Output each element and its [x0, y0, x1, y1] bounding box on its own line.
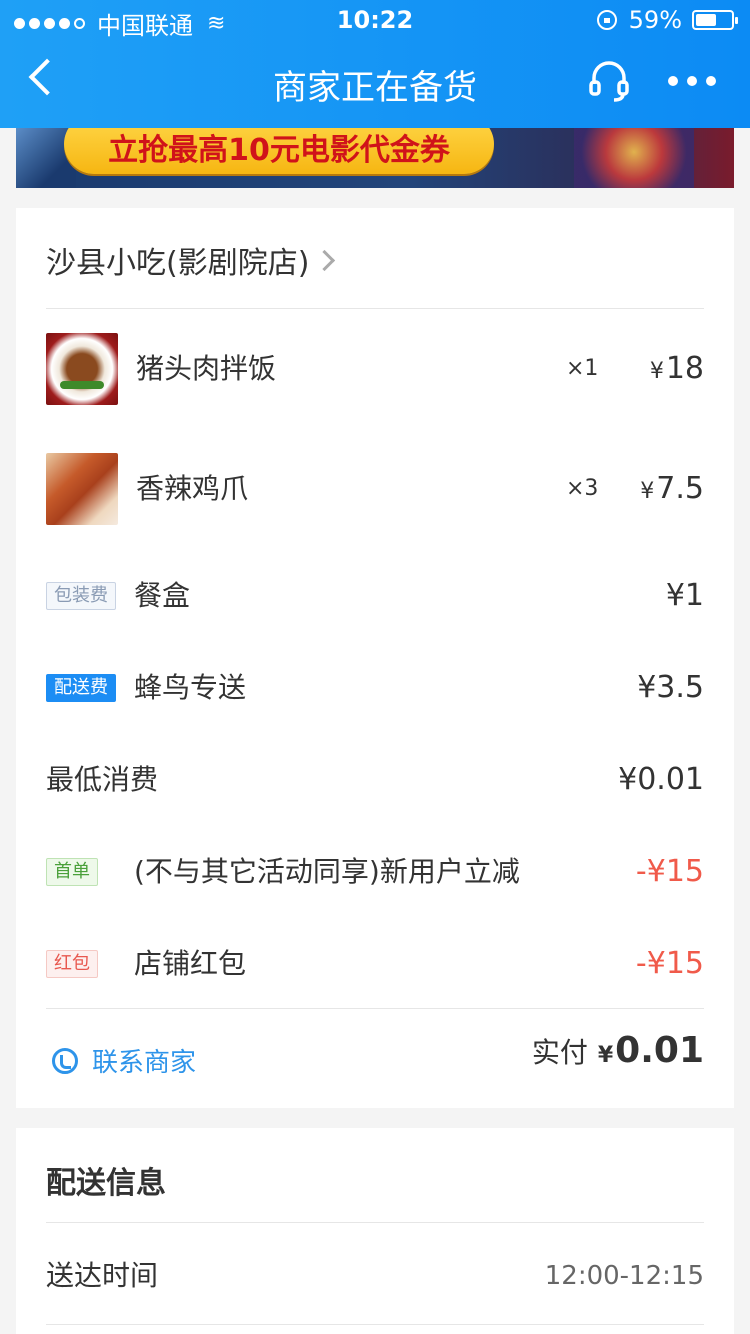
food-thumbnail	[46, 333, 118, 405]
arrival-time-label: 送达时间	[46, 1259, 159, 1292]
shop-name: 沙县小吃(影剧院店)	[46, 246, 310, 281]
item-price: ¥7.5	[640, 453, 704, 528]
fee-price: ¥0.01	[618, 762, 704, 797]
currency-symbol: ¥	[640, 479, 655, 504]
item-quantity: ×1	[566, 356, 599, 381]
total-label: 实付	[531, 1036, 588, 1069]
customer-service-icon[interactable]	[586, 58, 632, 104]
contact-merchant-label: 联系商家	[92, 1048, 197, 1078]
app-header: 中国联通 ≋ 10:22 59% 商家正在备货	[0, 0, 750, 128]
item-name: 猪头肉拌饭	[136, 352, 277, 385]
fee-name: 最低消费	[46, 763, 159, 796]
divider	[46, 1008, 704, 1009]
divider	[46, 308, 704, 309]
order-item: 香辣鸡爪 ×3 ¥7.5	[46, 453, 704, 525]
battery-icon	[692, 10, 738, 30]
promo-banner[interactable]: 立抢最高10元电影代金券	[16, 128, 734, 188]
divider	[46, 1324, 704, 1325]
red-packet-tag: 红包	[46, 950, 98, 978]
packaging-fee-tag: 包装费	[46, 582, 116, 610]
banner-text: 立抢最高10元电影代金券	[64, 128, 494, 174]
phone-icon	[52, 1047, 78, 1074]
page-title: 商家正在备货	[273, 68, 477, 108]
fee-name: 餐盒	[134, 579, 191, 612]
fee-name: (不与其它活动同享)新用户立减	[134, 855, 520, 888]
fee-name: 店铺红包	[134, 947, 247, 980]
fee-row-first-order: 首单 (不与其它活动同享)新用户立减 -¥15	[46, 842, 704, 902]
food-thumbnail	[46, 453, 118, 525]
item-price-value: 18	[665, 351, 704, 386]
first-order-tag: 首单	[46, 858, 98, 886]
status-right: 59%	[596, 6, 738, 34]
discount-price: -¥15	[635, 946, 704, 981]
fee-price: ¥1	[665, 578, 704, 613]
discount-price: -¥15	[635, 854, 704, 889]
item-quantity: ×3	[566, 476, 599, 501]
total-amount-value: 0.01	[615, 1030, 704, 1071]
more-icon[interactable]	[659, 76, 716, 86]
item-price: ¥18	[650, 333, 704, 408]
more-dot	[687, 76, 697, 86]
currency-symbol: ¥	[597, 1043, 614, 1068]
delivery-info-card: 配送信息 送达时间 12:00-12:15	[16, 1128, 734, 1334]
item-name: 香辣鸡爪	[136, 472, 249, 505]
order-item: 猪头肉拌饭 ×1 ¥18	[46, 333, 704, 405]
status-bar: 中国联通 ≋ 10:22 59%	[0, 0, 750, 42]
fee-row-red-packet: 红包 店铺红包 -¥15	[46, 934, 704, 994]
battery-fill	[696, 14, 717, 26]
fee-row-packaging: 包装费 餐盒 ¥1	[46, 566, 704, 626]
more-dot	[706, 76, 716, 86]
item-price-value: 7.5	[656, 471, 704, 506]
fee-row-delivery: 配送费 蜂鸟专送 ¥3.5	[46, 658, 704, 718]
more-dot	[668, 76, 678, 86]
rotation-lock-icon	[596, 10, 617, 30]
currency-symbol: ¥	[649, 359, 664, 384]
fee-name: 蜂鸟专送	[134, 671, 247, 704]
fee-row-minimum: 最低消费 ¥0.01	[46, 750, 704, 810]
battery-percent: 59%	[628, 6, 682, 34]
chevron-right-icon	[314, 249, 336, 271]
nav-bar: 商家正在备货	[0, 42, 750, 128]
delivery-fee-tag: 配送费	[46, 674, 116, 702]
contact-merchant-button[interactable]: 联系商家	[52, 1042, 196, 1079]
shop-link[interactable]: 沙县小吃(影剧院店)	[46, 238, 336, 282]
order-card: 沙县小吃(影剧院店) 猪头肉拌饭 ×1 ¥18 香辣鸡爪 ×3 ¥7.5 包装费…	[16, 208, 734, 1108]
total-paid: 实付 ¥0.01	[532, 1030, 704, 1071]
arrival-time-value: 12:00-12:15	[544, 1261, 704, 1291]
divider	[46, 1222, 704, 1223]
fee-price: ¥3.5	[637, 670, 704, 705]
banner-hero-image	[574, 128, 694, 188]
total-amount: ¥0.01	[598, 1030, 704, 1071]
section-title: 配送信息	[46, 1166, 166, 1201]
